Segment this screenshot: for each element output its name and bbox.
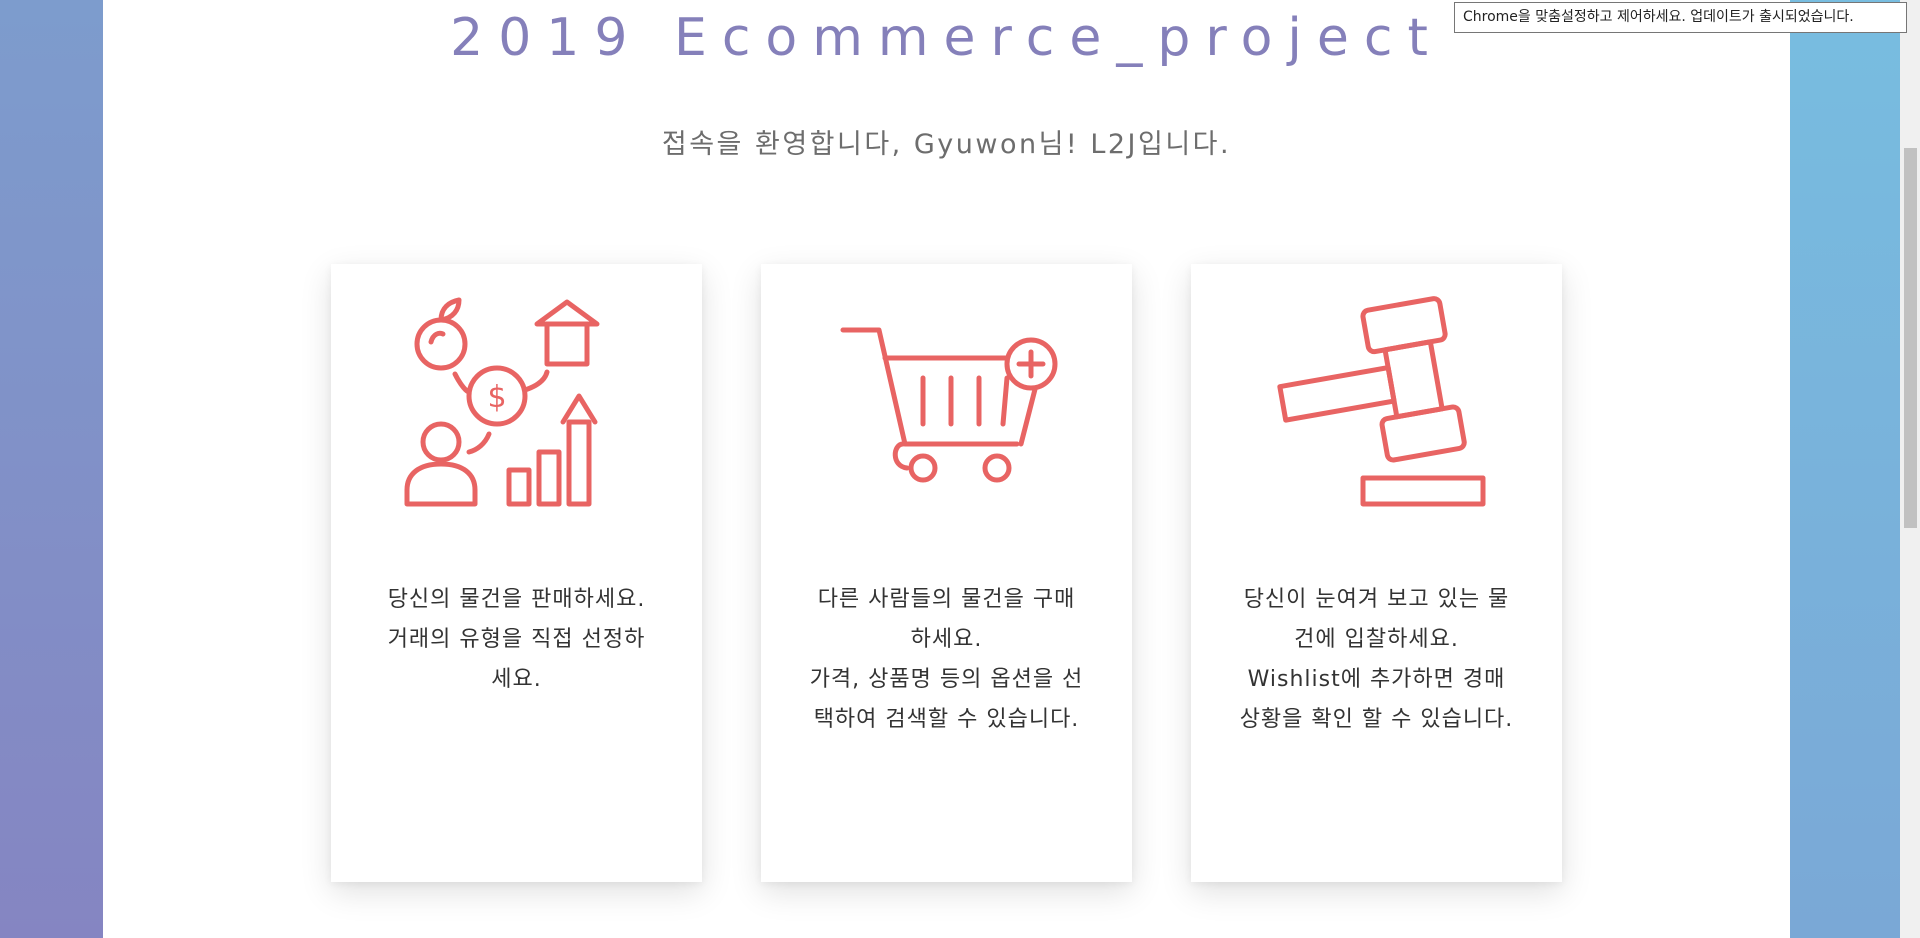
page-title: 2019 Ecommerce_project (450, 8, 1443, 68)
shopping-cart-add-icon (761, 294, 1132, 514)
sell-growth-icon: $ (331, 294, 702, 514)
sell-card[interactable]: $ 당신의 물건을 판매하세요. 거래의 유형을 직접 선정하 세요. (331, 264, 702, 882)
buy-card[interactable]: 다른 사람들의 물건을 구매 하세요. 가격, 상품명 등의 옵션을 선 택하여… (761, 264, 1132, 882)
buy-card-text: 다른 사람들의 물건을 구매 하세요. 가격, 상품명 등의 옵션을 선 택하여… (809, 587, 1084, 732)
background-left (0, 0, 103, 938)
sell-card-text: 당신의 물건을 판매하세요. 거래의 유형을 직접 선정하 세요. (387, 587, 646, 692)
svg-text:$: $ (487, 380, 506, 415)
scrollbar-thumb[interactable] (1904, 148, 1917, 528)
auction-gavel-icon (1191, 294, 1562, 514)
auction-card[interactable]: 당신이 눈여겨 보고 있는 물 건에 입찰하세요. Wishlist에 추가하면… (1191, 264, 1562, 882)
vertical-scrollbar[interactable] (1900, 0, 1920, 938)
background-right (1790, 0, 1900, 938)
auction-card-text: 당신이 눈여겨 보고 있는 물 건에 입찰하세요. Wishlist에 추가하면… (1239, 587, 1514, 732)
welcome-message: 접속을 환영합니다, Gyuwon님! L2J입니다. (661, 129, 1232, 160)
